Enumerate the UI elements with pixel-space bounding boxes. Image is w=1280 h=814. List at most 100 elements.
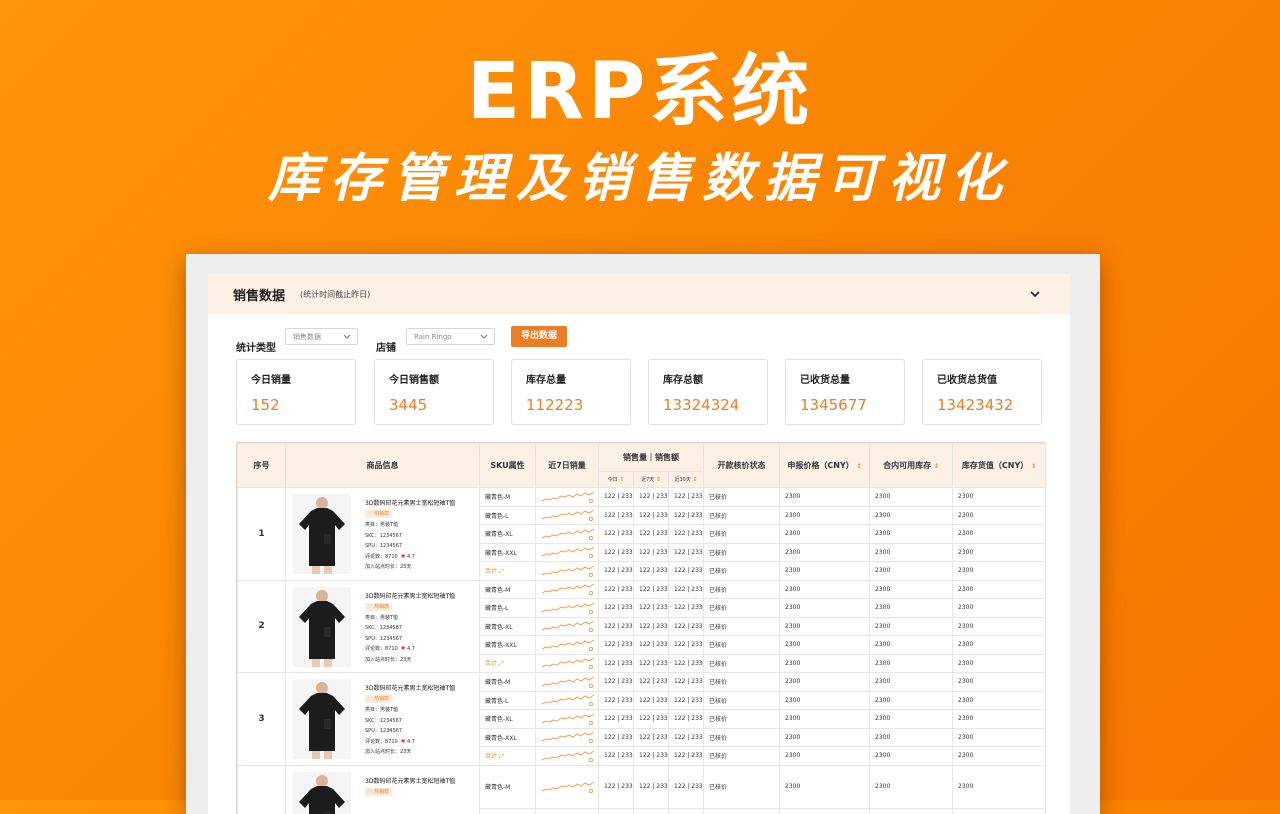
type-select[interactable]: 销售数据 — [285, 328, 358, 345]
product-skc: SKC：1234567 — [365, 531, 455, 542]
table-row: 23D数码印花元素男士宽松短袖T恤♡ 热销款类目：男装T恤SKC：1234567… — [238, 580, 1046, 599]
col-trend: 近7日销量 — [536, 444, 599, 488]
trend-cell[interactable] — [536, 506, 599, 525]
status-cell: 已核价 — [704, 765, 780, 809]
trend-cell[interactable] — [536, 691, 599, 710]
d30-cell: 122 | 233 — [669, 488, 704, 507]
stat-value: 1345677 — [800, 396, 867, 414]
sku-label: 藏青色-XL — [485, 624, 513, 631]
trend-cell[interactable] — [536, 599, 599, 618]
product-cell[interactable]: 3D数码印花元素男士宽松短袖T恤♡ 热销款类目：男装T恤SKC：1234567S… — [286, 673, 480, 766]
value-cell: 2300 — [953, 673, 1046, 692]
trend-cell[interactable] — [536, 562, 599, 581]
col-stock[interactable]: 合内可用库存 ⇕ — [870, 444, 953, 488]
sort-icon[interactable]: ⇕ — [619, 476, 624, 483]
store-select[interactable]: Rain Ringo — [406, 328, 495, 345]
product-cell[interactable]: 3D数码印花元素男士宽松短袖T恤♡ 热销款 — [286, 765, 480, 814]
today-cell: 122 | 233 — [599, 809, 634, 814]
trend-cell[interactable] — [536, 673, 599, 692]
expand-icon[interactable]: ⤢ — [499, 753, 504, 760]
col-price[interactable]: 申报价格（CNY） ⇕ — [780, 444, 870, 488]
expand-icon[interactable]: ⤢ — [499, 568, 504, 575]
product-reviews: 评论数：8710 — [365, 554, 398, 560]
d7-cell: 122 | 233 — [634, 543, 669, 562]
sort-icon[interactable]: ⇕ — [857, 463, 862, 470]
stock-cell: 2300 — [870, 506, 953, 525]
product-cell[interactable]: 3D数码印花元素男士宽松短袖T恤♡ 热销款类目：男装T恤SKC：1234567S… — [286, 580, 480, 673]
stock-cell: 2300 — [870, 636, 953, 655]
sparkline-chart — [541, 508, 595, 522]
heart-icon: ♥ — [401, 646, 405, 652]
trend-cell[interactable] — [536, 809, 599, 814]
status-cell: 已核价 — [704, 673, 780, 692]
d7-cell: 122 | 233 — [634, 525, 669, 544]
trend-cell[interactable] — [536, 543, 599, 562]
table-row: 33D数码印花元素男士宽松短袖T恤♡ 热销款类目：男装T恤SKC：1234567… — [238, 673, 1046, 692]
col-value[interactable]: 库存货值（CNY） ⇕ — [953, 444, 1046, 488]
sort-icon[interactable]: ⇕ — [934, 463, 939, 470]
trend-cell[interactable] — [536, 765, 599, 809]
trend-cell[interactable] — [536, 636, 599, 655]
trend-cell[interactable] — [536, 747, 599, 766]
panel-header[interactable]: 销售数据 (统计时间截止昨日) — [208, 274, 1070, 314]
col-30d[interactable]: 近30天 ⇕ — [669, 472, 704, 488]
trend-cell[interactable] — [536, 728, 599, 747]
price-cell: 2300 — [780, 543, 870, 562]
d30-cell: 122 | 233 — [669, 617, 704, 636]
chevron-down-icon[interactable] — [1028, 287, 1042, 301]
sparkline-chart — [541, 527, 595, 541]
d30-cell: 122 | 233 — [669, 728, 704, 747]
stat-card: 今日销售额3445 — [374, 359, 494, 425]
product-name[interactable]: 3D数码印花元素男士宽松短袖T恤 — [365, 777, 455, 787]
today-cell: 122 | 233 — [599, 562, 634, 581]
trend-cell[interactable] — [536, 710, 599, 729]
d7-cell: 122 | 233 — [634, 506, 669, 525]
product-name[interactable]: 3D数码印花元素男士宽松短袖T恤 — [365, 499, 455, 509]
value-cell: 2300 — [953, 525, 1046, 544]
trend-cell[interactable] — [536, 525, 599, 544]
col-today[interactable]: 今日 ⇕ — [599, 472, 634, 488]
sku-label: 藏青色-XXL — [485, 642, 517, 649]
sparkline-chart — [541, 730, 595, 744]
product-name[interactable]: 3D数码印花元素男士宽松短袖T恤 — [365, 684, 455, 694]
sku-cell: 藏青色-L — [480, 599, 536, 618]
sku-label: 藏青色-XL — [485, 716, 513, 723]
today-cell: 122 | 233 — [599, 506, 634, 525]
sort-icon[interactable]: ⇕ — [656, 476, 661, 483]
sku-label: 藏青色-M — [485, 587, 510, 594]
sort-icon[interactable]: ⇕ — [1031, 463, 1036, 470]
col-today-label: 今日 — [608, 477, 618, 483]
today-cell: 122 | 233 — [599, 599, 634, 618]
export-button[interactable]: 导出数据 — [511, 326, 567, 347]
trend-cell[interactable] — [536, 617, 599, 636]
expand-icon[interactable]: ⤢ — [499, 660, 504, 667]
product-cell[interactable]: 3D数码印花元素男士宽松短袖T恤♡ 热销款类目：男装T恤SKC：1234567S… — [286, 488, 480, 581]
d7-cell: 122 | 233 — [634, 809, 669, 814]
stat-label: 库存总量 — [526, 371, 566, 386]
sparkline-chart — [541, 601, 595, 615]
col-product: 商品信息 — [286, 444, 480, 488]
trend-cell[interactable] — [536, 580, 599, 599]
col-7d[interactable]: 近7天 ⇕ — [634, 472, 669, 488]
d30-cell: 122 | 233 — [669, 765, 704, 809]
stock-cell: 2300 — [870, 543, 953, 562]
product-spu: SPU：1234567 — [365, 726, 455, 737]
d7-cell: 122 | 233 — [634, 488, 669, 507]
stock-cell: 2300 — [870, 488, 953, 507]
sku-cell: 藏青色-L — [480, 691, 536, 710]
d7-cell: 122 | 233 — [634, 654, 669, 673]
hot-tag-label: 热销款 — [374, 604, 389, 610]
stock-cell: 2300 — [870, 525, 953, 544]
row-index: 1 — [238, 488, 286, 581]
sort-icon[interactable]: ⇕ — [692, 476, 697, 483]
trend-cell[interactable] — [536, 654, 599, 673]
sku-label: 藏青色-XL — [485, 531, 513, 538]
product-name[interactable]: 3D数码印花元素男士宽松短袖T恤 — [365, 592, 455, 602]
status-cell: 已核价 — [704, 525, 780, 544]
today-cell: 122 | 233 — [599, 747, 634, 766]
panel-title: 销售数据 — [233, 285, 285, 304]
hot-tag: ♡ 热销款 — [365, 695, 392, 703]
status-cell: 已核价 — [704, 636, 780, 655]
trend-cell[interactable] — [536, 488, 599, 507]
stat-card: 已收货总量1345677 — [785, 359, 905, 425]
